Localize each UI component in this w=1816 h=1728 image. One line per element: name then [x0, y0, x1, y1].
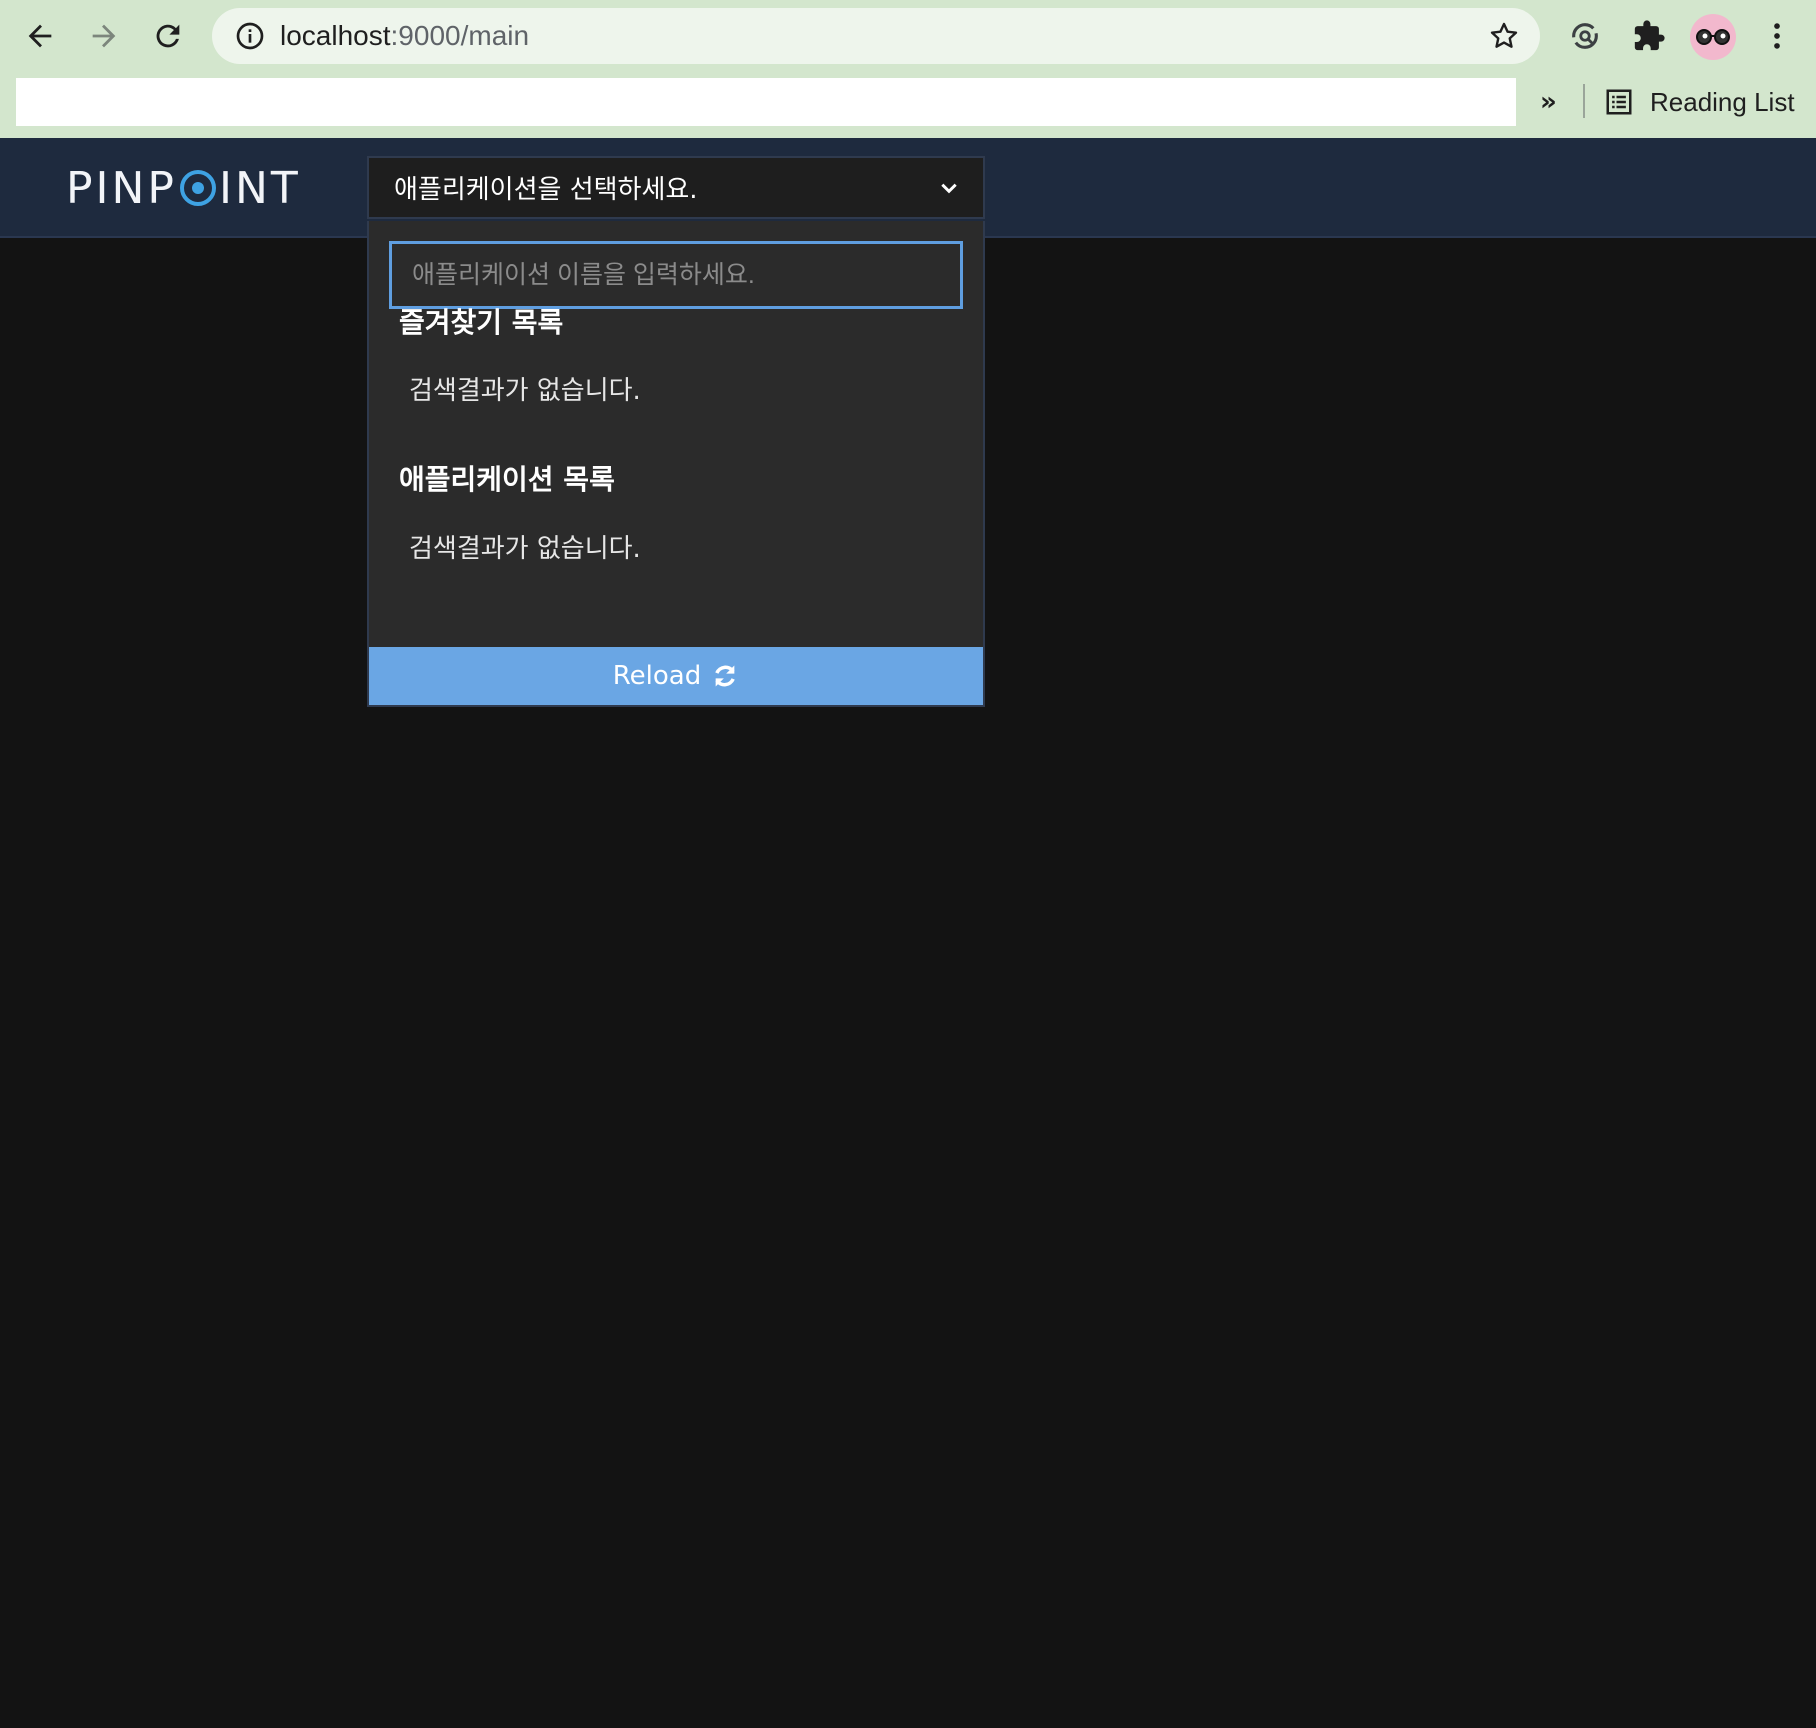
back-arrow-icon — [28, 24, 52, 48]
application-search-input[interactable] — [389, 241, 963, 309]
bookmarks-overflow-button[interactable]: » — [1540, 80, 1557, 124]
bookmark-star-icon[interactable] — [1488, 20, 1520, 52]
browser-chrome: localhost:9000/main » Reading List — [0, 0, 1816, 138]
bookmarks-area — [16, 78, 1516, 126]
forward-arrow-icon — [92, 24, 116, 48]
forward-button[interactable] — [80, 12, 128, 60]
more-menu-button[interactable] — [1755, 14, 1799, 58]
extensions-button[interactable] — [1627, 14, 1671, 58]
logo-text-suffix: INT — [218, 162, 301, 214]
favorites-empty-message: 검색결과가 없습니다. — [409, 376, 641, 406]
selector-placeholder: 애플리케이션을 선택하세요. — [394, 175, 698, 205]
reload-page-icon — [156, 24, 180, 48]
reload-page-button[interactable] — [144, 12, 192, 60]
reload-button[interactable]: Reload — [369, 647, 983, 705]
url-host: localhost — [280, 20, 391, 51]
application-list-empty-message: 검색결과가 없습니다. — [409, 534, 641, 564]
application-selector[interactable]: 애플리케이션을 선택하세요. — [367, 156, 985, 219]
profile-avatar-icon[interactable] — [1690, 14, 1736, 60]
site-info-icon[interactable] — [234, 20, 266, 52]
url-path: :9000/main — [390, 20, 530, 51]
address-bar[interactable]: localhost:9000/main — [212, 8, 1540, 64]
reading-list-label: Reading List — [1650, 86, 1795, 117]
pinpoint-logo[interactable]: PINP INT — [66, 162, 301, 214]
sync-button[interactable] — [1563, 14, 1607, 58]
logo-target-icon — [179, 170, 216, 206]
sync-icon — [1572, 23, 1598, 49]
logo-text-prefix: PINP — [66, 162, 177, 214]
bookmarks-bar: » Reading List — [0, 74, 1816, 138]
back-button[interactable] — [16, 12, 64, 60]
application-list-title: 애플리케이션 목록 — [399, 463, 615, 496]
more-menu-icon — [1774, 23, 1780, 49]
bookmarks-divider — [1583, 84, 1585, 118]
refresh-icon — [715, 665, 736, 687]
reading-list-icon — [1606, 89, 1632, 115]
reload-label: Reload — [612, 661, 702, 691]
url-text[interactable]: localhost:9000/main — [280, 8, 529, 64]
extensions-icon — [1634, 20, 1665, 51]
favorites-title: 즐겨찾기 목록 — [399, 306, 564, 339]
browser-toolbar: localhost:9000/main — [0, 0, 1816, 74]
chevron-down-icon — [941, 183, 957, 194]
reading-list-button[interactable]: Reading List — [1604, 80, 1795, 124]
application-dropdown: 즐겨찾기 목록 검색결과가 없습니다. 애플리케이션 목록 검색결과가 없습니다… — [367, 221, 985, 707]
